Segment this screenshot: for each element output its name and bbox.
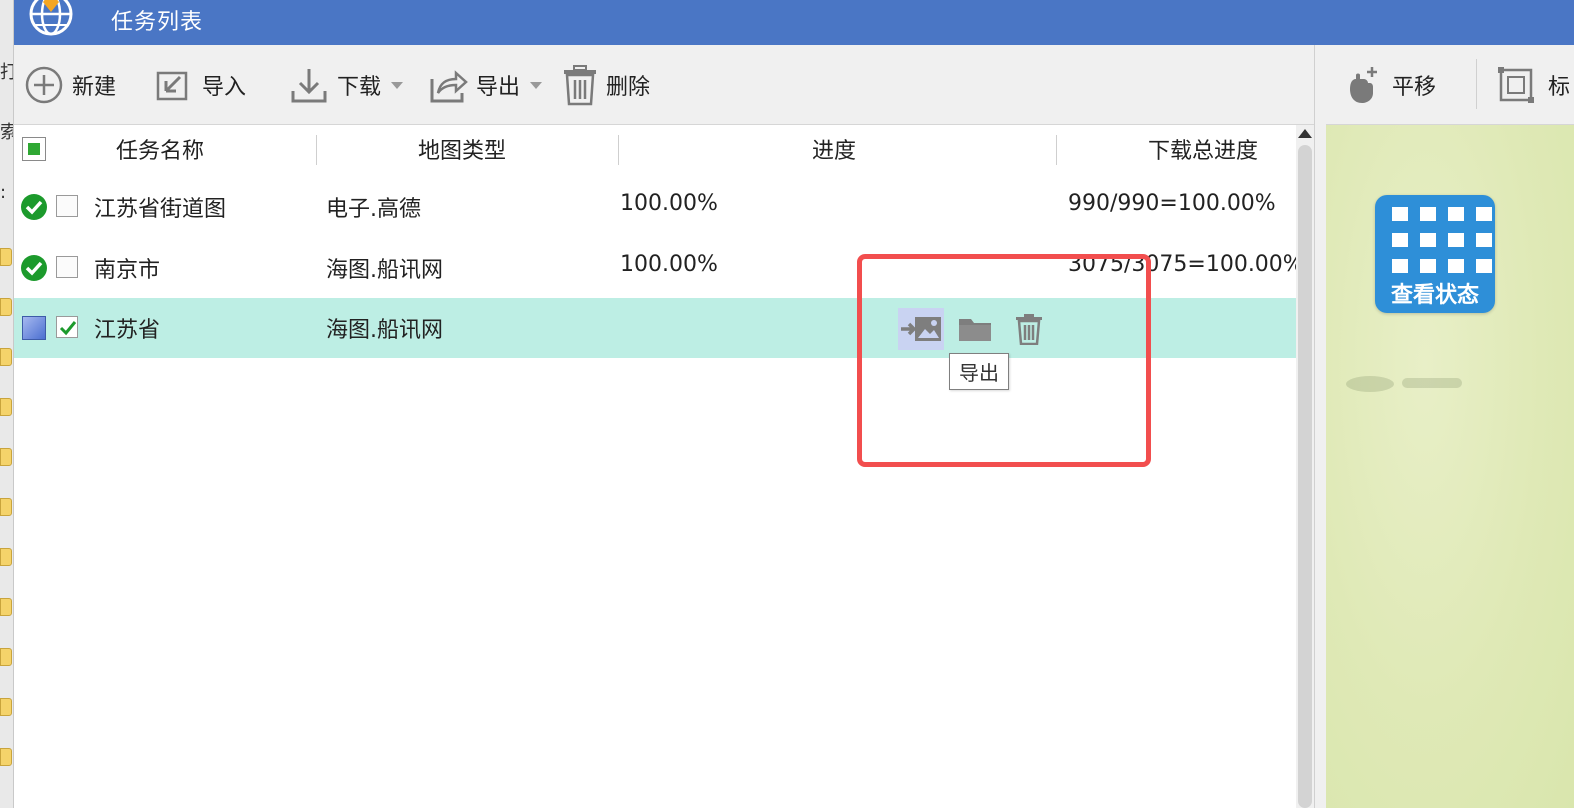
row-checkbox-checked[interactable] [56, 316, 78, 338]
new-button-label: 新建 [72, 75, 117, 100]
grid-apps-icon [1392, 207, 1492, 273]
scroll-up-arrow-icon[interactable] [1298, 129, 1312, 138]
mark-button[interactable]: 标 [1496, 63, 1570, 107]
window-title: 任务列表 [111, 10, 204, 35]
map-toolbar: 平移 标 [1326, 45, 1574, 125]
folder-icon [0, 298, 12, 316]
task-name: 南京市 [94, 258, 161, 283]
column-header-progress[interactable]: 进度 [812, 133, 856, 165]
chevron-down-icon [530, 81, 543, 89]
column-divider[interactable] [1056, 135, 1057, 165]
download-button[interactable]: 下载 [289, 63, 404, 107]
view-status-button[interactable]: 查看状态 [1375, 195, 1495, 313]
checkmark-icon [59, 321, 77, 336]
delete-button[interactable]: 删除 [562, 63, 650, 107]
folder-icon [0, 598, 12, 616]
select-all-checkbox[interactable] [22, 137, 46, 161]
download-icon [291, 69, 327, 103]
folder-icon [0, 698, 12, 716]
check-circle-icon [21, 194, 47, 220]
view-status-label: 查看状态 [1390, 283, 1479, 308]
chevron-down-icon [391, 81, 404, 89]
check-circle-icon [21, 255, 47, 281]
import-button[interactable]: 导入 [152, 63, 246, 107]
scrollbar-thumb[interactable] [1298, 145, 1312, 808]
map-type: 海图.船讯网 [326, 258, 443, 283]
task-name: 江苏省街道图 [94, 197, 227, 222]
folder-icon [0, 648, 12, 666]
panel-divider[interactable] [1314, 45, 1326, 808]
share-export-icon [430, 70, 468, 103]
pending-status-icon [22, 316, 46, 340]
highlight-annotation-box [857, 254, 1151, 467]
column-header-total-progress[interactable]: 下载总进度 [1148, 133, 1258, 165]
background-text-fragment: 打 [0, 58, 13, 84]
column-divider[interactable] [316, 135, 317, 165]
export-button[interactable]: 导出 [428, 63, 543, 107]
pan-button-label: 平移 [1392, 75, 1437, 100]
folder-icon [0, 548, 12, 566]
folder-icon [0, 498, 12, 516]
toolbar-separator [1476, 59, 1477, 109]
delete-button-label: 删除 [606, 75, 651, 100]
folder-icon [0, 398, 12, 416]
download-button-label: 下载 [337, 75, 382, 100]
hand-pan-icon [1350, 67, 1377, 103]
row-checkbox[interactable] [56, 256, 78, 278]
column-divider[interactable] [618, 135, 619, 165]
task-toolbar: 新建 导入 下载 导出 删除 [14, 45, 1314, 125]
background-window-strip: 打 索 : [0, 0, 14, 808]
background-text-fragment: 索 [0, 118, 13, 144]
trash-icon [564, 65, 596, 106]
column-header-name[interactable]: 任务名称 [116, 133, 204, 165]
export-button-label: 导出 [476, 75, 521, 100]
new-button[interactable]: 新建 [24, 63, 116, 107]
map-faint-watermark [1340, 370, 1470, 396]
plus-circle-icon [25, 66, 63, 104]
pan-button[interactable]: 平移 [1342, 63, 1436, 107]
background-text-fragment: : [0, 182, 7, 203]
screen: 打 索 : 任务列表 新建 [0, 0, 1574, 808]
column-header-map-type[interactable]: 地图类型 [418, 133, 506, 165]
import-icon [156, 71, 188, 101]
folder-icon [0, 348, 12, 366]
table-row[interactable]: 江苏省街道图 电子.高德 100.00% 990/990=100.00% [14, 177, 1296, 237]
map-type: 海图.船讯网 [326, 318, 443, 343]
row-checkbox[interactable] [56, 195, 78, 217]
frame-select-icon [1498, 67, 1534, 103]
folder-icon [0, 448, 12, 466]
total-progress: 990/990=100.00% [1068, 191, 1276, 216]
map-watermark-shape [1346, 376, 1462, 392]
window-titlebar: 任务列表 [14, 0, 1574, 45]
folder-icon [0, 248, 12, 266]
table-header: 任务名称 地图类型 进度 下载总进度 [14, 125, 1296, 177]
map-type: 电子.高德 [326, 197, 421, 222]
app-globe-icon [29, 0, 73, 36]
vertical-scrollbar[interactable] [1296, 125, 1314, 808]
import-button-label: 导入 [202, 75, 247, 100]
folder-icon [0, 748, 12, 766]
progress: 100.00% [620, 252, 718, 277]
mark-button-label: 标 [1548, 75, 1571, 100]
task-name: 江苏省 [94, 318, 161, 343]
progress: 100.00% [620, 191, 718, 216]
